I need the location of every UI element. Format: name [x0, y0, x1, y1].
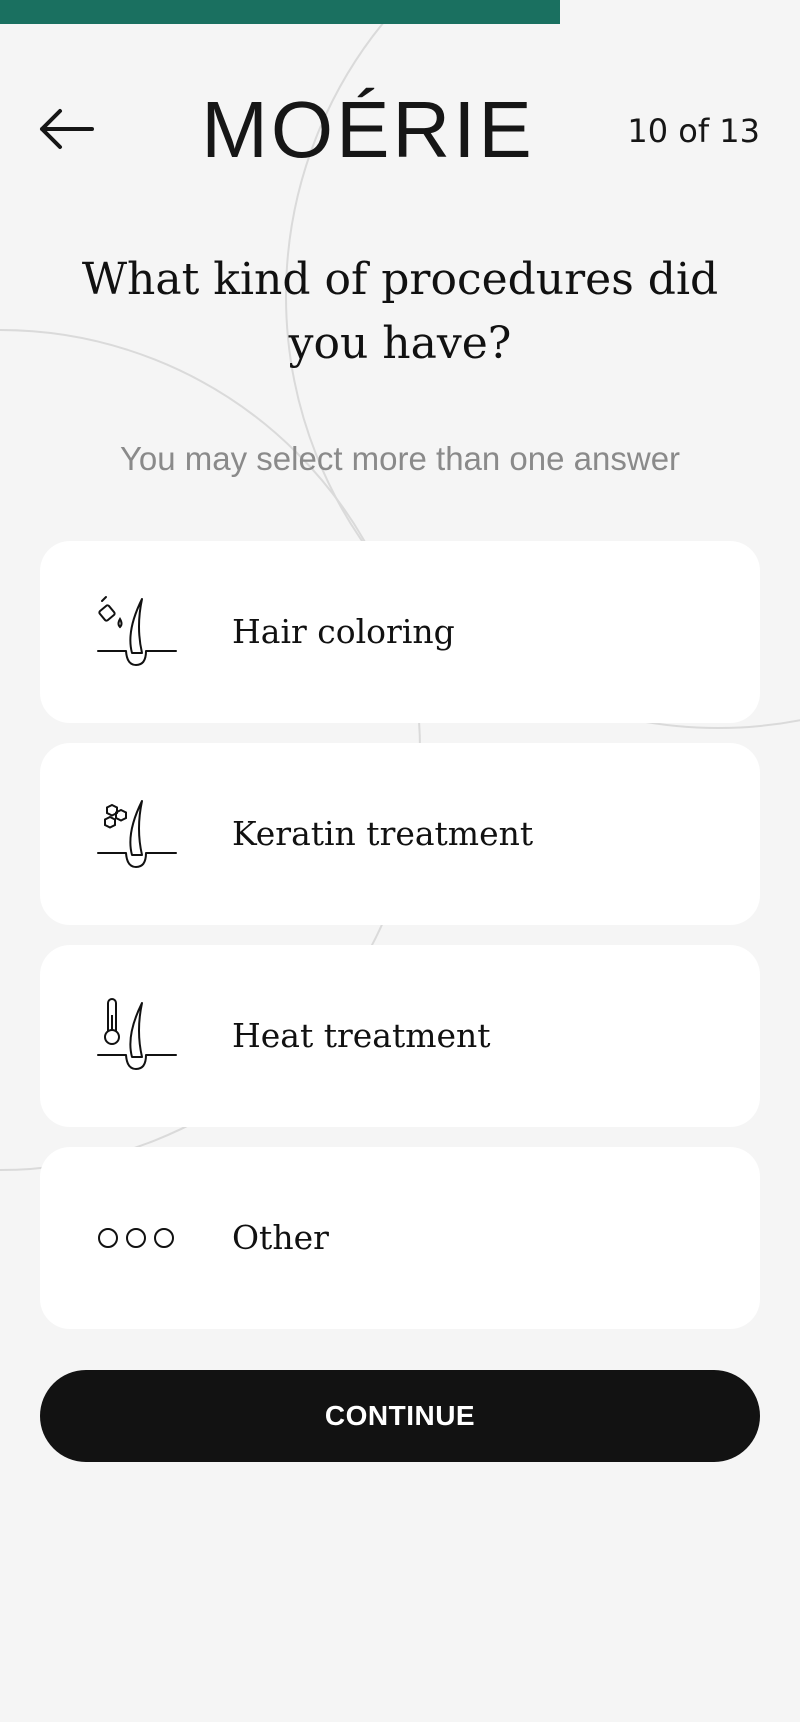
continue-button[interactable]: CONTINUE [40, 1370, 760, 1462]
header: MOÉRIE 10 of 13 [0, 82, 800, 182]
option-label: Other [232, 1218, 329, 1257]
option-hair-coloring[interactable]: Hair coloring [40, 541, 760, 723]
arrow-left-icon [40, 109, 94, 149]
progress-fill [0, 0, 560, 24]
back-button[interactable] [36, 104, 98, 154]
option-label: Keratin treatment [232, 814, 534, 853]
brand-logo: MOÉRIE [201, 85, 535, 174]
heat-treatment-icon [97, 998, 177, 1071]
option-heat-treatment[interactable]: Heat treatment [40, 945, 760, 1127]
keratin-treatment-icon [97, 800, 177, 869]
question-title: What kind of procedures did you have? [81, 254, 719, 369]
three-dots-icon [98, 1228, 174, 1248]
option-keratin-treatment[interactable]: Keratin treatment [40, 743, 760, 925]
hair-coloring-icon [97, 596, 177, 667]
option-other[interactable]: Other [40, 1147, 760, 1329]
question-hint: You may select more than one answer [119, 440, 681, 477]
option-label: Heat treatment [232, 1016, 491, 1055]
options-list: Hair coloring Keratin treatment Heat tre… [40, 541, 760, 1349]
progress-bar [0, 0, 800, 24]
step-counter: 10 of 13 [627, 112, 760, 150]
option-label: Hair coloring [232, 612, 455, 651]
